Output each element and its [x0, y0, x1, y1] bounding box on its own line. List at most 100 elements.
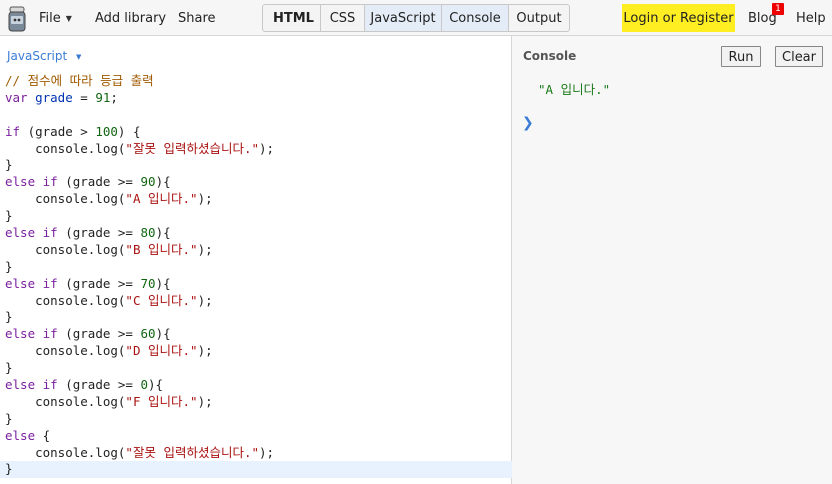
- panel-tabs: HTML CSS JavaScript Console Output: [262, 4, 570, 32]
- code-token: );: [197, 343, 213, 359]
- code-token: console.log(: [5, 191, 126, 207]
- code-line[interactable]: }: [5, 157, 512, 174]
- code-token: (grade >=: [57, 225, 141, 241]
- code-line[interactable]: if (grade > 100) {: [5, 124, 512, 141]
- code-token: else: [5, 174, 36, 190]
- code-token: =: [72, 89, 96, 105]
- code-token: // 점수에 따라 등급 출력: [5, 73, 154, 88]
- javascript-editor[interactable]: JavaScript ▼ // 점수에 따라 등급 출력 var grade = …: [0, 36, 512, 484]
- code-token: grade: [35, 89, 73, 105]
- code-line[interactable]: else if (grade >= 70){: [5, 276, 512, 293]
- code-line[interactable]: console.log("잘못 입력하셨습니다.");: [5, 445, 512, 462]
- code-token: 100: [95, 123, 118, 139]
- tab-javascript[interactable]: JavaScript: [364, 5, 441, 31]
- code-token: else: [5, 377, 36, 393]
- code-line[interactable]: }: [5, 309, 512, 326]
- code-token: console.log(: [5, 343, 126, 359]
- code-line[interactable]: console.log("F 입니다.");: [5, 394, 512, 411]
- code-line[interactable]: console.log("A 입니다.");: [5, 191, 512, 208]
- code-line[interactable]: else if (grade >= 60){: [5, 326, 512, 343]
- login-register-button[interactable]: Login or Register: [622, 4, 735, 32]
- console-prompt-icon[interactable]: ❯: [522, 115, 534, 131]
- share-menu[interactable]: Share: [178, 0, 216, 36]
- code-token: if: [42, 275, 58, 291]
- jsbin-logo-icon[interactable]: [7, 6, 27, 32]
- code-token: 60: [140, 326, 156, 342]
- code-token: ) {: [117, 123, 141, 139]
- code-line[interactable]: else {: [5, 428, 512, 445]
- code-token: console.log(: [5, 241, 126, 257]
- code-token: }: [5, 461, 13, 477]
- code-token: }: [5, 309, 13, 325]
- tab-html[interactable]: HTML: [263, 5, 320, 31]
- code-line[interactable]: // 점수에 따라 등급 출력: [5, 73, 512, 90]
- code-token: }: [5, 208, 13, 224]
- code-token: "잘못 입력하셨습니다.": [125, 444, 260, 460]
- code-token: ){: [155, 225, 171, 241]
- code-line[interactable]: }: [5, 360, 512, 377]
- run-button[interactable]: Run: [721, 46, 761, 67]
- code-token: ){: [155, 275, 171, 291]
- code-line[interactable]: console.log("C 입니다.");: [5, 293, 512, 310]
- code-token: );: [197, 191, 213, 207]
- code-line[interactable]: }: [5, 208, 512, 225]
- code-token: console.log(: [5, 292, 126, 308]
- console-output: "A 입니다.": [538, 82, 611, 97]
- code-token: if: [42, 326, 58, 342]
- file-menu[interactable]: File ▼: [39, 0, 72, 36]
- code-line[interactable]: }: [0, 461, 512, 479]
- code-line[interactable]: console.log("B 입니다.");: [5, 242, 512, 259]
- clear-button[interactable]: Clear: [775, 46, 823, 67]
- code-line[interactable]: }: [5, 259, 512, 276]
- code-token: );: [259, 140, 275, 156]
- console-title: Console: [523, 49, 577, 63]
- code-token: var: [5, 89, 28, 105]
- code-token: }: [5, 410, 13, 426]
- code-line[interactable]: else if (grade >= 0){: [5, 377, 512, 394]
- code-token: else: [5, 275, 36, 291]
- code-token: 90: [140, 174, 156, 190]
- code-token: console.log(: [5, 444, 126, 460]
- code-token: console.log(: [5, 393, 126, 409]
- help-link[interactable]: Help: [796, 0, 826, 36]
- tab-output[interactable]: Output: [508, 5, 569, 31]
- code-area[interactable]: // 점수에 따라 등급 출력 var grade = 91; if (grade…: [0, 73, 512, 479]
- code-token: (grade >=: [57, 326, 141, 342]
- code-token: ){: [148, 377, 164, 393]
- code-token: );: [197, 292, 213, 308]
- tab-console[interactable]: Console: [441, 5, 508, 31]
- chevron-down-icon: ▼: [75, 53, 82, 61]
- code-token: "C 입니다.": [125, 292, 198, 308]
- code-line[interactable]: else if (grade >= 80){: [5, 225, 512, 242]
- code-token: "A 입니다.": [125, 191, 198, 207]
- file-menu-label: File: [39, 11, 61, 26]
- code-token: else: [5, 225, 36, 241]
- code-token: 80: [140, 225, 156, 241]
- add-library-menu[interactable]: Add library: [95, 0, 166, 36]
- language-select[interactable]: JavaScript ▼: [7, 49, 81, 63]
- code-token: }: [5, 360, 13, 376]
- code-token: if: [42, 225, 58, 241]
- code-token: (grade >=: [57, 174, 141, 190]
- code-token: );: [197, 241, 213, 257]
- code-line[interactable]: console.log("D 입니다.");: [5, 343, 512, 360]
- tab-css[interactable]: CSS: [320, 5, 364, 31]
- code-line[interactable]: [5, 107, 512, 124]
- language-select-label: JavaScript: [7, 49, 68, 63]
- code-token: ){: [155, 326, 171, 342]
- code-token: {: [35, 427, 51, 443]
- code-token: }: [5, 157, 13, 173]
- code-line[interactable]: else if (grade >= 90){: [5, 174, 512, 191]
- code-token: 70: [140, 275, 156, 291]
- code-token: "F 입니다.": [125, 393, 198, 409]
- code-line[interactable]: var grade = 91;: [5, 90, 512, 107]
- code-line[interactable]: }: [5, 411, 512, 428]
- code-line[interactable]: console.log("잘못 입력하셨습니다.");: [5, 141, 512, 158]
- code-token: if: [5, 123, 21, 139]
